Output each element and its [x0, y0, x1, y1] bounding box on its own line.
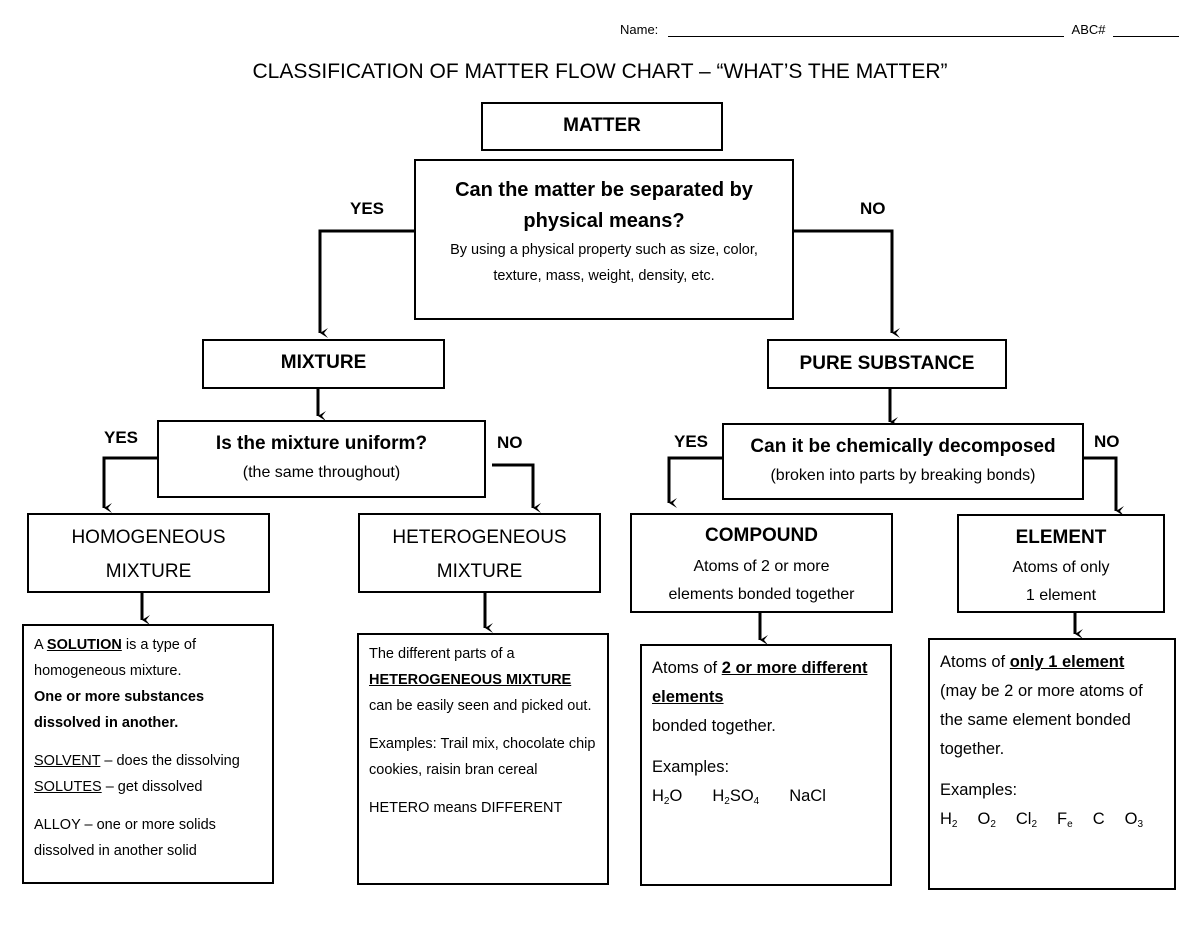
- element-title: ELEMENT: [1015, 527, 1107, 548]
- solution-term: SOLUTION: [46, 637, 122, 653]
- arrow-chemical-no: [1083, 456, 1124, 516]
- homogeneous-line2: MIXTURE: [105, 561, 192, 582]
- solutes-term: SOLUTES: [34, 779, 102, 795]
- uniform-hint-text: (the same throughout): [242, 464, 401, 481]
- label-chemical-yes: YES: [674, 432, 709, 451]
- detail-element: Atoms of only 1 element (may be 2 or mor…: [928, 638, 1176, 890]
- compound-line1: Atoms of 2 or more: [693, 558, 830, 575]
- formula: O2: [977, 810, 996, 830]
- text: Atoms of: [652, 659, 722, 677]
- homogeneous-detail-p1: A SOLUTION is a type of homogeneous mixt…: [34, 632, 262, 684]
- physical-hint-line2: texture, mass, weight, density, etc.: [493, 268, 715, 284]
- compound-detail-p2: bonded together.: [652, 717, 776, 735]
- element-term: only 1 element: [1009, 653, 1125, 671]
- label-uniform-no: NO: [497, 433, 523, 452]
- compound-detail-p1: Atoms of 2 or more different elements: [652, 654, 880, 712]
- formula: H2: [940, 810, 958, 830]
- heterogeneous-line1: HETEROGENEOUS: [392, 527, 567, 548]
- element-detail-p1: Atoms of only 1 element: [940, 648, 1164, 677]
- arrow-physical-yes: [318, 229, 415, 338]
- chemical-question-text: Can it be chemically decomposed: [750, 436, 1056, 457]
- node-homogeneous-mixture: HOMOGENEOUS MIXTURE: [27, 513, 270, 593]
- abc-label: ABC#: [1071, 22, 1106, 37]
- alloy-definition: ALLOY – one or more solids dissolved in …: [34, 817, 216, 859]
- node-matter: MATTER: [481, 102, 723, 151]
- heterogeneous-detail-p1: The different parts of a: [369, 646, 515, 662]
- physical-hint-line1: By using a physical property such as siz…: [450, 242, 758, 258]
- element-line2: 1 element: [1025, 587, 1097, 604]
- arrow-physical-no: [793, 229, 900, 338]
- label-chemical-no: NO: [1094, 432, 1120, 451]
- detail-homogeneous: A SOLUTION is a type of homogeneous mixt…: [22, 624, 274, 884]
- formula: O3: [1124, 810, 1144, 830]
- solutes-definition: SOLUTES – get dissolved: [34, 774, 262, 800]
- node-pure-substance: PURE SUBSTANCE: [767, 339, 1007, 389]
- heterogeneous-examples: Examples: Trail mix, chocolate chip cook…: [369, 736, 596, 778]
- compound-examples: H2O H2SO4 NaCl: [652, 782, 880, 811]
- name-blank-field[interactable]: [667, 36, 1064, 37]
- node-mixture: MIXTURE: [202, 339, 445, 389]
- text: Atoms of: [940, 653, 1010, 671]
- formula: NaCl: [789, 787, 826, 805]
- page-title: CLASSIFICATION OF MATTER FLOW CHART – “W…: [252, 60, 948, 83]
- heterogeneous-detail-p2: can be easily seen and picked out.: [369, 698, 592, 714]
- node-heterogeneous-mixture: HETEROGENEOUS MIXTURE: [358, 513, 601, 593]
- compound-examples-label: Examples:: [652, 758, 730, 776]
- node-uniform-question: Is the mixture uniform? (the same throug…: [157, 420, 486, 498]
- abc-blank-field[interactable]: [1113, 36, 1180, 37]
- compound-line2: elements bonded together: [668, 586, 855, 603]
- detail-compound: Atoms of 2 or more different elements bo…: [640, 644, 892, 886]
- physical-question-line2: physical means?: [523, 210, 685, 232]
- homogeneous-detail-bold: One or more substances dissolved in anot…: [34, 689, 205, 731]
- element-line1: Atoms of only: [1012, 559, 1110, 576]
- name-label: Name:: [620, 22, 659, 37]
- formula: H2O: [652, 787, 683, 807]
- element-examples: H2 O2 Cl2 Fe C O3: [940, 805, 1164, 834]
- chemical-hint-text: (broken into parts by breaking bonds): [770, 467, 1036, 484]
- text: A: [34, 637, 47, 653]
- heterogeneous-line2: MIXTURE: [436, 561, 523, 582]
- solvent-definition: SOLVENT – does the dissolving: [34, 748, 262, 774]
- name-abc-line: Name: ABC#: [620, 22, 1180, 37]
- node-element: ELEMENT Atoms of only 1 element: [957, 514, 1165, 613]
- hetero-note: HETERO means DIFFERENT: [369, 800, 563, 816]
- element-detail-p2: (may be 2 or more atoms of the same elem…: [940, 682, 1143, 758]
- label-physical-yes: YES: [350, 199, 385, 218]
- arrow-uniform-no: [492, 463, 541, 513]
- text: – does the dissolving: [100, 753, 240, 769]
- uniform-question-text: Is the mixture uniform?: [215, 433, 428, 454]
- formula: C: [1092, 810, 1105, 828]
- detail-heterogeneous: The different parts of a HETEROGENEOUS M…: [357, 633, 609, 885]
- formula: H2SO4: [712, 787, 760, 807]
- arrow-chemical-yes: [667, 456, 722, 508]
- text: – get dissolved: [101, 779, 203, 795]
- solvent-term: SOLVENT: [34, 753, 101, 769]
- node-compound: COMPOUND Atoms of 2 or more elements bon…: [630, 513, 893, 613]
- node-physical-question: Can the matter be separated by physical …: [414, 159, 794, 320]
- element-examples-label: Examples:: [940, 781, 1018, 799]
- formula: Cl2: [1015, 810, 1038, 830]
- node-chemical-question: Can it be chemically decomposed (broken …: [722, 423, 1084, 500]
- label-physical-no: NO: [860, 199, 886, 218]
- formula: Fe: [1057, 810, 1073, 830]
- arrow-uniform-yes: [102, 456, 158, 513]
- physical-question-line1: Can the matter be separated by: [455, 179, 753, 201]
- compound-title: COMPOUND: [705, 525, 818, 546]
- label-uniform-yes: YES: [104, 428, 139, 447]
- heterogeneous-term: HETEROGENEOUS MIXTURE: [369, 672, 572, 688]
- homogeneous-line1: HOMOGENEOUS: [71, 527, 226, 548]
